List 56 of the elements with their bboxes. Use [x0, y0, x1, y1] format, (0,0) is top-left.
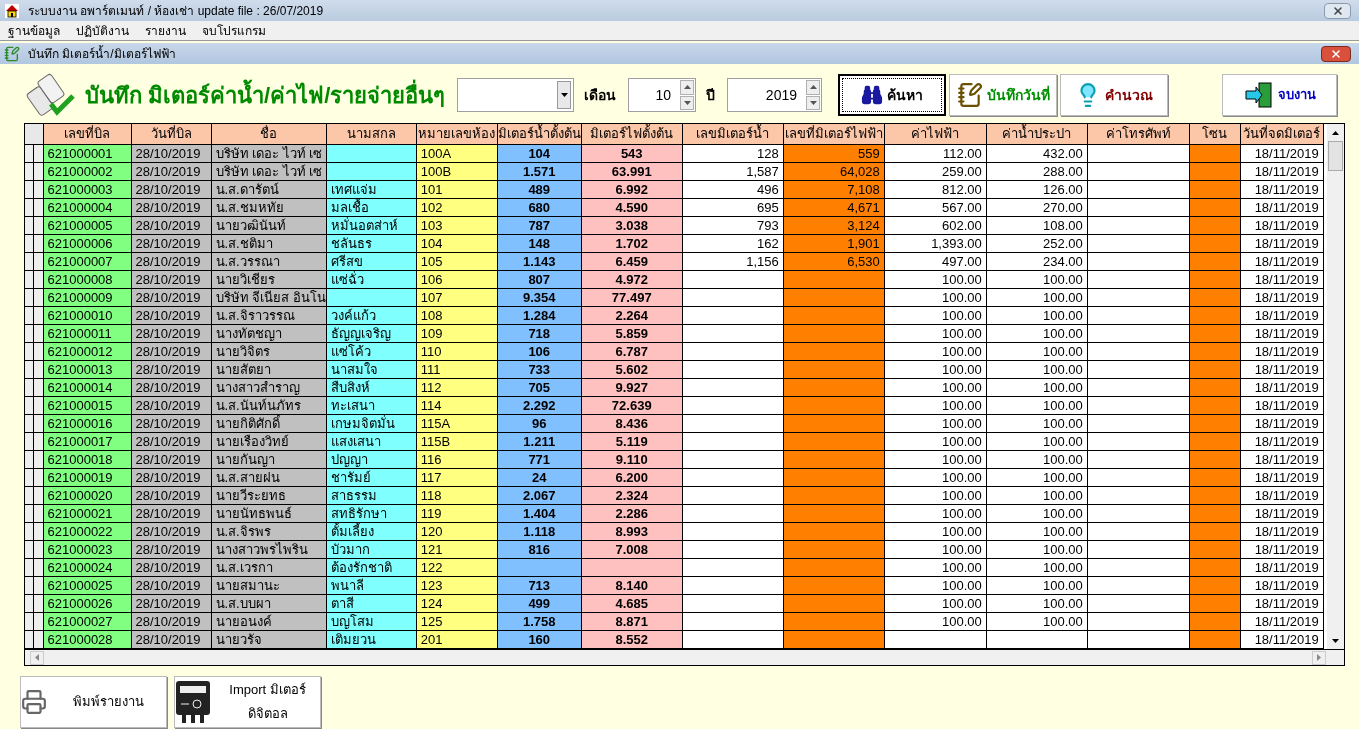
close-button[interactable]	[1324, 2, 1351, 19]
number-spinner[interactable]: 2019	[727, 78, 822, 112]
caret-up-icon	[1332, 130, 1339, 135]
caret-down-icon	[560, 93, 568, 97]
column-header[interactable]: เลขที่มิเตอร์ไฟฟ้า	[783, 124, 885, 144]
menu-item[interactable]: จบโปรแกรม	[202, 21, 266, 40]
printer-icon	[21, 689, 47, 715]
window-title: ระบบงาน อพาร์ตเมนท์ / ห้องเช่า update file : 26/07/2019	[28, 2, 324, 20]
column-header[interactable]: ค่าน้ำประปา	[986, 124, 1088, 144]
column-header[interactable]: ค่าโทรศัพท์	[1087, 124, 1190, 144]
column-header[interactable]: โซน	[1189, 124, 1241, 144]
year-label: ปี	[706, 85, 715, 105]
notebook-pen-icon	[956, 82, 983, 108]
caret-down-icon	[683, 100, 691, 105]
column-header[interactable]: หมายเลขห้อง	[416, 124, 498, 144]
column-header[interactable]: มิเตอร์น้ำตั้งต้น	[497, 124, 582, 144]
toolbar-button[interactable]: คำนวณ	[1060, 74, 1168, 116]
documents-check-icon	[25, 72, 77, 118]
close-button[interactable]	[1321, 45, 1351, 62]
caret-down-icon	[1332, 638, 1339, 643]
column-header[interactable]: วันที่จดมิเตอร์	[1240, 124, 1324, 144]
door-arrow-icon	[1243, 81, 1274, 109]
number-spinner[interactable]: 10	[628, 78, 696, 112]
close-icon	[1331, 4, 1344, 17]
caret-down-icon	[809, 100, 817, 105]
caret-up-icon	[809, 85, 817, 90]
binoculars-icon	[861, 84, 883, 106]
house-icon	[4, 2, 20, 19]
exit-button[interactable]: จบงาน	[1222, 74, 1337, 116]
column-header[interactable]: นามสกล	[326, 124, 417, 144]
horizontal-scrollbar[interactable]	[25, 649, 1344, 665]
scrollbar-thumb[interactable]	[1328, 141, 1343, 171]
column-header[interactable]: เลขมิเตอร์น้ำ	[682, 124, 784, 144]
vertical-scrollbar[interactable]	[1327, 124, 1344, 649]
electric-meter-icon	[175, 680, 211, 724]
dropdown-field[interactable]	[457, 78, 574, 112]
toolbar-button[interactable]: บันทึกวันที่	[949, 74, 1057, 116]
month-label: เดือน	[584, 85, 616, 105]
report-button[interactable]: Import มิเตอร์ ดิจิตอล	[174, 676, 321, 728]
form-title: บันทึก มิเตอร์ค่าน้ำ/ค่าไฟ/รายจ่ายอื่นๆ	[85, 78, 446, 112]
child-window-title: บันทึก มิเตอร์น้ำ/มิเตอร์ไฟฟ้า	[28, 44, 176, 63]
close-icon	[1330, 47, 1342, 60]
column-header[interactable]: วันที่บิล	[131, 124, 211, 144]
caret-left-icon	[35, 654, 39, 661]
menu-item[interactable]: ปฏิบัติงาน	[76, 21, 129, 40]
toolbar-button[interactable]: ค้นหา	[838, 74, 946, 116]
column-header[interactable]: มิเตอร์ไฟตั้งต้น	[581, 124, 683, 144]
column-header[interactable]: เลขที่บิล	[43, 124, 131, 144]
report-button[interactable]: พิมพ์รายงาน	[20, 676, 167, 728]
column-header[interactable]: ชื่อ	[211, 124, 327, 144]
column-header[interactable]: ค่าไฟฟ้า	[884, 124, 987, 144]
caret-right-icon	[1317, 654, 1321, 661]
caret-up-icon	[683, 85, 691, 90]
pencil-icon	[4, 45, 20, 62]
menu-item[interactable]: ฐานข้อมูล	[8, 21, 60, 40]
menu-item[interactable]: รายงาน	[145, 21, 186, 40]
